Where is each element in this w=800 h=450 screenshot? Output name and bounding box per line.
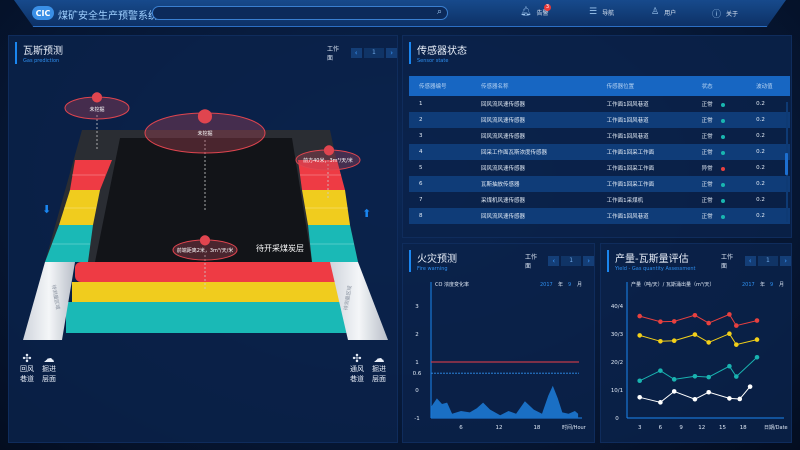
- data-point: [734, 323, 739, 328]
- y-tick-label: 20/2: [611, 360, 623, 366]
- data-point: [706, 320, 711, 326]
- x-axis-label: 时间/Hour: [562, 424, 587, 431]
- data-point: [737, 396, 743, 402]
- data-point: [692, 396, 698, 402]
- y-tick-label: 1: [415, 360, 419, 366]
- year-unit: 年: [760, 281, 765, 288]
- y-axis-label: CO 浓度变化率: [435, 281, 469, 288]
- data-point: [637, 394, 642, 400]
- co-rate-chart: CO 浓度变化率时间/Hour6 12 182017 年 9 月3210.60-1产量（吨…: [413, 281, 788, 431]
- month-select: 9: [568, 282, 571, 288]
- x-tick-label: 12: [698, 425, 705, 431]
- x-tick-label: 18: [533, 425, 540, 431]
- data-point: [658, 400, 663, 405]
- data-point: [734, 342, 739, 347]
- data-point: [637, 313, 642, 319]
- data-point: [727, 363, 732, 369]
- year-select: 2017: [540, 282, 553, 288]
- series-line: [639, 333, 758, 346]
- data-point: [671, 338, 677, 344]
- data-point: [671, 389, 677, 394]
- data-point: [658, 368, 663, 373]
- data-point: [727, 396, 732, 401]
- y-tick-label: 0: [615, 416, 619, 422]
- y-tick-label: 30/3: [611, 332, 624, 338]
- y-tick-label: 40/4: [611, 304, 624, 310]
- month-unit: 月: [779, 282, 784, 288]
- y-tick-label: 0.6: [413, 371, 422, 377]
- x-tick-label: 18: [740, 425, 747, 431]
- co-area: [431, 385, 579, 418]
- series-line: [639, 313, 758, 327]
- data-point: [637, 333, 642, 338]
- data-point: [706, 374, 711, 380]
- y-tick-label: 10/1: [611, 388, 623, 394]
- month-unit: 月: [577, 282, 582, 288]
- data-point: [747, 384, 753, 389]
- x-tick-label: 12: [495, 425, 502, 431]
- month-select: 9: [770, 282, 773, 288]
- data-point: [754, 354, 760, 360]
- data-point: [658, 338, 663, 344]
- series-line: [639, 356, 758, 382]
- y-tick-label: 3: [415, 304, 419, 310]
- data-point: [734, 374, 739, 379]
- year-unit: 年: [558, 281, 563, 288]
- data-point: [706, 389, 711, 395]
- x-tick-label: 3: [638, 425, 642, 431]
- data-point: [727, 331, 732, 337]
- data-point: [671, 319, 677, 324]
- year-select: 2017: [742, 282, 755, 288]
- y-axis-label: 产量（吨/天）/ 瓦斯涌出量（m³/天）: [631, 281, 715, 288]
- x-tick-label: 9: [679, 425, 683, 431]
- data-point: [637, 378, 642, 384]
- data-point: [754, 337, 760, 342]
- y-tick-label: 0: [415, 388, 419, 394]
- y-tick-label: -1: [414, 416, 419, 422]
- y-tick-label: 2: [415, 332, 419, 338]
- x-tick-label: 6: [659, 425, 663, 431]
- data-point: [692, 312, 698, 318]
- x-axis-label: 日期/Date: [764, 425, 788, 431]
- data-point: [754, 318, 760, 323]
- x-tick-label: 6: [459, 425, 463, 431]
- x-tick-label: 15: [719, 425, 726, 431]
- data-point: [706, 340, 711, 345]
- data-point: [692, 373, 698, 379]
- data-point: [671, 377, 677, 382]
- data-point: [727, 312, 732, 317]
- data-point: [658, 319, 663, 324]
- data-point: [692, 332, 698, 337]
